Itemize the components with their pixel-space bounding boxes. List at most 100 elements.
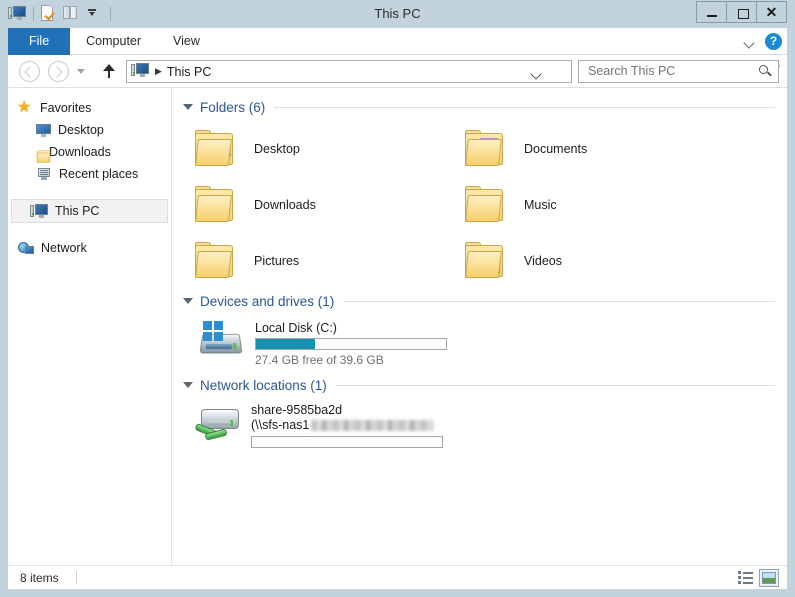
status-separator bbox=[76, 571, 77, 584]
item-label: Downloads bbox=[254, 198, 316, 212]
folder-videos-icon bbox=[463, 242, 508, 280]
group-network-locations: Network locations (1) share-9585ba2d (\\… bbox=[181, 375, 787, 454]
breadcrumb-label[interactable]: This PC bbox=[167, 65, 211, 79]
nav-gap-1 bbox=[8, 185, 171, 199]
group-rule bbox=[335, 384, 775, 386]
sidebar-item-downloads[interactable]: Downloads bbox=[8, 141, 171, 163]
local-disk-icon bbox=[195, 321, 247, 361]
recent-locations-icon[interactable] bbox=[74, 61, 90, 82]
sidebar-item-this-pc[interactable]: This PC bbox=[11, 199, 168, 223]
status-bar: 8 items bbox=[8, 565, 787, 589]
sidebar-item-label: Recent places bbox=[59, 167, 139, 181]
ribbon-tab-bar: File Computer View ? bbox=[8, 28, 787, 55]
search-icon[interactable] bbox=[758, 64, 773, 79]
explorer-window: This PC ✕ File Computer View ? ▶ This PC… bbox=[0, 0, 795, 597]
content-body: Favorites Desktop Downloads Recent place… bbox=[8, 87, 787, 566]
breadcrumb[interactable]: ▶ This PC bbox=[126, 60, 572, 83]
collapse-triangle-icon[interactable] bbox=[183, 298, 193, 304]
help-icon[interactable]: ? bbox=[765, 33, 782, 50]
nav-gap-2 bbox=[8, 223, 171, 237]
search-box[interactable] bbox=[578, 60, 779, 83]
sidebar-item-label: Favorites bbox=[40, 101, 92, 115]
file-list: Folders (6) Desktop Documents Downloads … bbox=[173, 88, 787, 566]
window-title: This PC bbox=[374, 6, 421, 21]
close-icon: ✕ bbox=[765, 4, 778, 20]
desktop-icon bbox=[36, 123, 51, 137]
recent-places-icon bbox=[36, 167, 52, 181]
share-path: (\\sfs-nas1 bbox=[251, 418, 443, 432]
network-icon bbox=[18, 241, 34, 255]
group-rule bbox=[343, 300, 775, 302]
tab-computer[interactable]: Computer bbox=[70, 28, 157, 55]
sidebar-item-favorites[interactable]: Favorites bbox=[8, 97, 171, 119]
collapse-triangle-icon[interactable] bbox=[183, 104, 193, 110]
share-path-prefix: (\\sfs-nas1 bbox=[251, 418, 310, 432]
breadcrumb-dropdown-icon[interactable] bbox=[526, 61, 546, 82]
search-input[interactable] bbox=[586, 61, 746, 82]
group-title: Folders (6) bbox=[200, 99, 266, 115]
group-header-network[interactable]: Network locations (1) bbox=[183, 375, 787, 395]
large-icons-view-button[interactable] bbox=[759, 569, 779, 587]
network-share-info: share-9585ba2d (\\sfs-nas1 bbox=[251, 401, 443, 448]
capacity-bar-fill bbox=[256, 339, 315, 349]
capacity-text: 27.4 GB free of 39.6 GB bbox=[255, 353, 384, 367]
details-view-button[interactable] bbox=[736, 569, 756, 587]
sidebar-item-label: Downloads bbox=[49, 145, 111, 159]
list-item[interactable]: Downloads bbox=[181, 177, 451, 233]
folder-desktop-icon bbox=[193, 130, 238, 168]
back-button[interactable] bbox=[19, 61, 40, 82]
sidebar-item-label: Network bbox=[41, 241, 87, 255]
list-item[interactable]: Local Disk (C:) 27.4 GB free of 39.6 GB bbox=[181, 315, 787, 373]
group-title: Devices and drives (1) bbox=[200, 293, 335, 309]
redacted-path-region bbox=[311, 419, 434, 431]
sidebar-item-network[interactable]: Network bbox=[8, 237, 171, 259]
sidebar-item-label: This PC bbox=[55, 204, 100, 218]
item-label: Documents bbox=[524, 142, 588, 156]
downloads-icon bbox=[36, 149, 51, 163]
folder-music-icon: ♫ bbox=[463, 186, 508, 224]
navigation-pane: Favorites Desktop Downloads Recent place… bbox=[8, 88, 172, 566]
group-header-devices[interactable]: Devices and drives (1) bbox=[183, 291, 787, 311]
list-item[interactable]: Documents bbox=[451, 121, 721, 177]
close-button[interactable]: ✕ bbox=[756, 1, 787, 23]
forward-button[interactable] bbox=[48, 61, 69, 82]
sidebar-item-desktop[interactable]: Desktop bbox=[8, 119, 171, 141]
folder-downloads-icon bbox=[193, 186, 238, 224]
sidebar-item-recent-places[interactable]: Recent places bbox=[8, 163, 171, 185]
network-drive-icon bbox=[193, 405, 247, 447]
group-header-folders[interactable]: Folders (6) bbox=[183, 97, 787, 117]
item-label: Pictures bbox=[254, 254, 300, 268]
star-icon bbox=[17, 97, 33, 117]
folder-documents-icon bbox=[463, 130, 508, 168]
view-mode-buttons bbox=[733, 569, 779, 587]
share-label: share-9585ba2d bbox=[251, 403, 343, 417]
maximize-button[interactable] bbox=[726, 1, 757, 23]
list-item[interactable]: Desktop bbox=[181, 121, 451, 177]
tab-file[interactable]: File bbox=[8, 28, 71, 55]
breadcrumb-separator: ▶ bbox=[155, 66, 162, 76]
sidebar-item-label: Desktop bbox=[58, 123, 104, 137]
drive-info: Local Disk (C:) 27.4 GB free of 39.6 GB bbox=[255, 319, 447, 367]
group-folders: Folders (6) Desktop Documents Downloads … bbox=[181, 97, 787, 289]
ribbon-tabs: File Computer View bbox=[8, 28, 216, 55]
item-label: Music bbox=[524, 198, 557, 212]
up-button[interactable] bbox=[98, 61, 120, 82]
list-item[interactable]: Videos bbox=[451, 233, 721, 289]
collapse-triangle-icon[interactable] bbox=[183, 382, 193, 388]
drive-label: Local Disk (C:) bbox=[255, 321, 337, 335]
address-bar-row: ▶ This PC ↻ bbox=[8, 55, 787, 87]
minimize-button[interactable] bbox=[696, 1, 727, 23]
capacity-bar bbox=[255, 338, 447, 350]
list-item[interactable]: share-9585ba2d (\\sfs-nas1 bbox=[181, 399, 787, 454]
group-devices-and-drives: Devices and drives (1) Local Disk (C:) 2… bbox=[181, 291, 787, 373]
list-item[interactable]: ♫ Music bbox=[451, 177, 721, 233]
tab-view[interactable]: View bbox=[157, 28, 216, 55]
folder-pictures-icon bbox=[193, 242, 238, 280]
chevron-down-icon[interactable] bbox=[742, 34, 758, 50]
list-item[interactable]: Pictures bbox=[181, 233, 451, 289]
item-count-label: 8 items bbox=[20, 571, 59, 585]
breadcrumb-computer-icon bbox=[131, 62, 149, 81]
group-rule bbox=[274, 106, 775, 108]
item-label: Videos bbox=[524, 254, 562, 268]
title-bar: This PC ✕ bbox=[0, 0, 795, 28]
